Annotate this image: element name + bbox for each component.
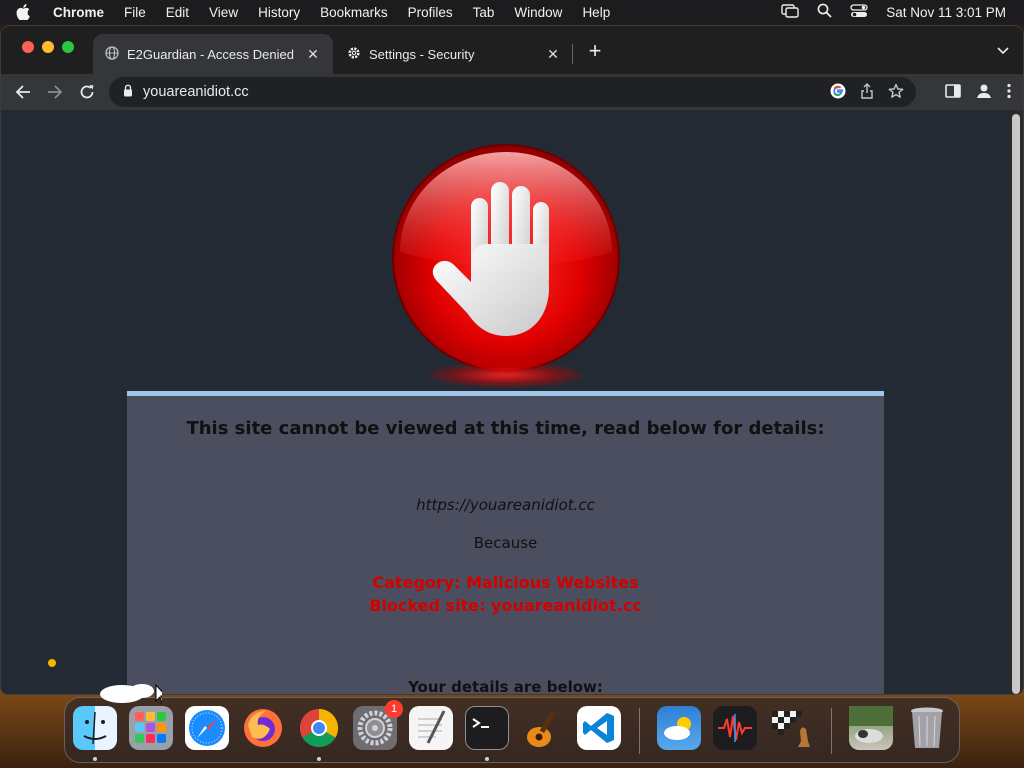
blocked-url: https://youareanidiot.cc xyxy=(416,496,595,514)
notification-badge: 1 xyxy=(385,700,403,718)
menu-edit[interactable]: Edit xyxy=(166,5,189,20)
safari-icon[interactable] xyxy=(185,706,229,750)
more-menu-icon[interactable] xyxy=(1007,83,1011,104)
google-lens-icon[interactable] xyxy=(830,83,846,103)
gear-icon xyxy=(347,46,361,63)
macos-dock: 1 xyxy=(64,697,960,763)
chrome-window: E2Guardian - Access Denied ✕ Settings - … xyxy=(0,25,1024,695)
profile-avatar-icon[interactable] xyxy=(975,82,993,105)
vertical-scrollbar[interactable] xyxy=(1009,110,1023,694)
chrome-icon[interactable] xyxy=(297,706,341,750)
minimize-window-button[interactable] xyxy=(42,41,54,53)
share-icon[interactable] xyxy=(860,83,874,103)
toolbar-right-actions xyxy=(945,82,1011,105)
bookmark-star-icon[interactable] xyxy=(888,83,904,103)
scrollbar-thumb[interactable] xyxy=(1012,114,1020,694)
chrome-running-indicator xyxy=(317,757,321,761)
close-tab-icon[interactable]: ✕ xyxy=(545,46,561,63)
terminal-icon[interactable] xyxy=(465,706,509,750)
close-window-button[interactable] xyxy=(22,41,34,53)
tab-title: Settings - Security xyxy=(369,46,475,62)
close-tab-icon[interactable]: ✕ xyxy=(305,46,321,63)
menu-window[interactable]: Window xyxy=(514,5,562,20)
address-bar[interactable]: youareanidiot.cc xyxy=(109,77,916,107)
apple-menu-icon[interactable] xyxy=(16,4,38,20)
lock-icon[interactable] xyxy=(123,84,133,101)
forward-arrow-icon[interactable] xyxy=(45,82,65,102)
window-controls xyxy=(22,41,74,53)
menu-view[interactable]: View xyxy=(209,5,238,20)
tab-title: E2Guardian - Access Denied xyxy=(127,46,294,62)
zoom-window-button[interactable] xyxy=(62,41,74,53)
page-content: This site cannot be viewed at this time,… xyxy=(1,110,1011,695)
spotlight-search-icon[interactable] xyxy=(817,3,832,21)
menu-tab[interactable]: Tab xyxy=(473,5,495,20)
denied-heading: This site cannot be viewed at this time,… xyxy=(186,418,825,439)
weather-icon[interactable] xyxy=(657,706,701,750)
status-dot-icon xyxy=(48,659,56,667)
side-panel-icon[interactable] xyxy=(945,84,961,103)
new-tab-button[interactable]: + xyxy=(584,38,606,64)
tab-separator xyxy=(572,44,573,64)
tab-settings-security[interactable]: Settings - Security ✕ xyxy=(335,34,573,74)
screen-mirroring-icon[interactable] xyxy=(781,3,799,21)
menu-help[interactable]: Help xyxy=(582,5,610,20)
tab-strip: E2Guardian - Access Denied ✕ Settings - … xyxy=(1,26,1023,74)
dock-separator xyxy=(639,708,640,754)
menu-bar-clock[interactable]: Sat Nov 11 3:01 PM xyxy=(886,5,1006,20)
because-label: Because xyxy=(473,534,538,552)
details-heading: Your details are below: xyxy=(408,678,603,695)
globe-icon xyxy=(105,45,119,63)
vscode-icon[interactable] xyxy=(577,706,621,750)
macos-menu-bar: Chrome File Edit View History Bookmarks … xyxy=(0,0,1024,24)
address-bar-actions xyxy=(830,83,904,103)
firefox-icon[interactable] xyxy=(241,706,285,750)
back-arrow-icon[interactable] xyxy=(13,82,33,102)
menu-history[interactable]: History xyxy=(258,5,300,20)
voice-memos-icon[interactable] xyxy=(713,706,757,750)
system-settings-icon[interactable]: 1 xyxy=(353,700,403,750)
chess-icon[interactable] xyxy=(769,706,813,750)
menu-file[interactable]: File xyxy=(124,5,146,20)
textedit-icon[interactable] xyxy=(409,706,453,750)
tab-search-chevron-icon[interactable] xyxy=(997,42,1009,60)
finder-running-indicator xyxy=(93,757,97,761)
tab-access-denied[interactable]: E2Guardian - Access Denied ✕ xyxy=(93,34,333,74)
garageband-icon[interactable] xyxy=(521,706,565,750)
reload-icon[interactable] xyxy=(77,82,97,102)
menu-bookmarks[interactable]: Bookmarks xyxy=(320,5,388,20)
address-bar-url[interactable]: youareanidiot.cc xyxy=(143,84,249,100)
menu-profiles[interactable]: Profiles xyxy=(408,5,453,20)
mouse-cursor-icon xyxy=(98,682,168,704)
trash-icon[interactable] xyxy=(905,706,949,750)
blocked-site-reason: Blocked site: youareanidiot.cc xyxy=(369,596,642,615)
browser-toolbar: youareanidiot.cc xyxy=(1,74,1023,110)
launchpad-icon[interactable] xyxy=(129,706,173,750)
finder-icon[interactable] xyxy=(73,706,117,750)
stop-hand-icon xyxy=(388,140,624,390)
photo-thumbnail-icon[interactable] xyxy=(849,706,893,750)
access-denied-panel: This site cannot be viewed at this time,… xyxy=(127,391,884,695)
block-category: Category: Malicious Websites xyxy=(372,573,639,592)
dock-separator xyxy=(831,708,832,754)
terminal-running-indicator xyxy=(485,757,489,761)
menu-app-name[interactable]: Chrome xyxy=(53,5,104,20)
stop-icon-glow xyxy=(428,362,584,388)
control-center-icon[interactable] xyxy=(850,3,868,21)
